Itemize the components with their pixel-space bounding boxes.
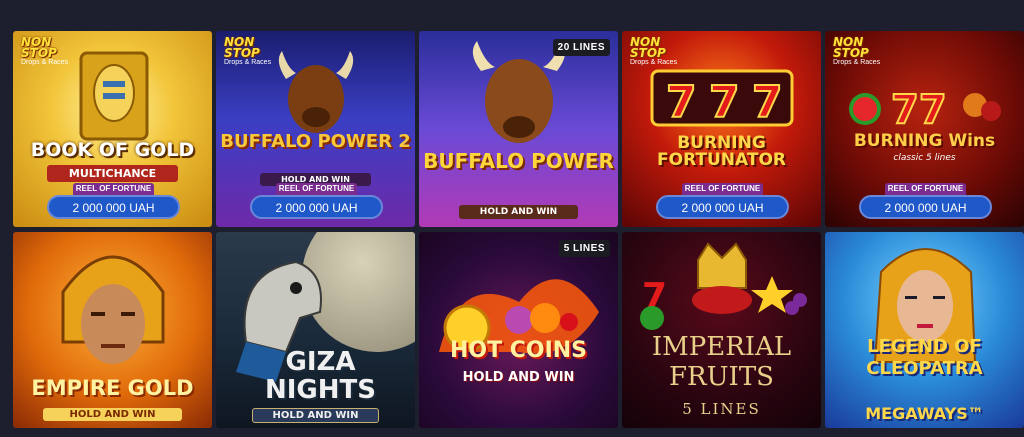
jackpot-label: REEL OF FORTUNE — [682, 183, 763, 195]
games-grid: NON STOP Drops & Races BOOK OF GOLD MULT… — [13, 31, 1024, 428]
cleopatra-icon — [873, 248, 977, 363]
nonstop-sub: Drops & Races — [630, 59, 678, 66]
svg-text:7: 7 — [752, 77, 783, 128]
game-tile-burning-wins[interactable]: 77 NON STOP Drops & Races BURNING Wins c… — [825, 31, 1024, 227]
game-tile-buffalo-power[interactable]: 20 LINES BUFFALO POWER HOLD AND WIN — [419, 31, 618, 227]
game-tile-hot-coins[interactable]: 5 LINES HOT COINS HOLD AND WIN — [419, 232, 618, 428]
nonstop-sub: Drops & Races — [21, 59, 69, 66]
game-subtitle: HOLD AND WIN — [462, 370, 575, 385]
nonstop-badge: NON STOP Drops & Races — [224, 35, 278, 66]
jackpot-panel: REEL OF FORTUNE 2 000 000 UAH — [859, 183, 992, 221]
jackpot-label: REEL OF FORTUNE — [73, 183, 154, 195]
svg-text:77: 77 — [891, 87, 947, 133]
game-title: BUFFALO POWER 2 — [220, 131, 411, 152]
jackpot-label: REEL OF FORTUNE — [885, 183, 966, 195]
game-tile-burning-fortunator[interactable]: 7 7 7 NON STOP Drops & Races BURNING FOR… — [622, 31, 821, 227]
game-title: BUFFALO POWER — [423, 149, 614, 173]
nonstop-sub: Drops & Races — [224, 59, 272, 66]
nonstop-label: NON STOP — [21, 35, 57, 60]
game-tile-book-of-gold[interactable]: NON STOP Drops & Races BOOK OF GOLD MULT… — [13, 31, 212, 227]
game-tile-legend-of-cleopatra[interactable]: LEGEND OF CLEOPATRA MEGAWAYS™ — [825, 232, 1024, 428]
jackpot-label: REEL OF FORTUNE — [276, 183, 357, 195]
game-subtitle: MEGAWAYS™ — [865, 404, 984, 423]
nonstop-label: NON STOP — [224, 35, 260, 60]
game-title: BURNING Wins — [853, 131, 996, 151]
game-tile-giza-nights[interactable]: GIZA NIGHTS HOLD AND WIN — [216, 232, 415, 428]
game-title: BURNING FORTUNATOR — [657, 133, 786, 170]
game-subtitle: HOLD AND WIN — [252, 408, 379, 423]
nonstop-label: NON STOP — [833, 35, 869, 60]
game-subtitle: classic 5 lines — [893, 153, 956, 163]
crown-fruits-icon: 7 — [640, 242, 807, 330]
jackpot-amount: 2 000 000 UAH — [656, 195, 789, 219]
game-subtitle: HOLD AND WIN — [43, 408, 182, 421]
game-subtitle: MULTICHANCE — [47, 165, 178, 182]
nonstop-sub: Drops & Races — [833, 59, 881, 66]
jackpot-panel: REEL OF FORTUNE 2 000 000 UAH — [656, 183, 789, 221]
nonstop-badge: NON STOP Drops & Races — [630, 35, 684, 66]
game-title: BOOK OF GOLD — [30, 139, 195, 161]
game-subtitle: 5 LINES — [682, 400, 761, 418]
nonstop-label: NON STOP — [630, 35, 666, 60]
game-tile-buffalo-power-2[interactable]: NON STOP Drops & Races BUFFALO POWER 2 H… — [216, 31, 415, 227]
game-subtitle: HOLD AND WIN — [459, 205, 578, 219]
fire-coin-icon — [439, 279, 599, 354]
jackpot-amount: 2 000 000 UAH — [859, 195, 992, 219]
game-title: IMPERIAL FRUITS — [651, 332, 792, 392]
game-title: GIZA NIGHTS — [265, 347, 376, 405]
lines-badge: 5 LINES — [558, 240, 610, 257]
nonstop-badge: NON STOP Drops & Races — [21, 35, 75, 66]
game-title: HOT COINS — [449, 338, 588, 363]
lines-badge: 20 LINES — [552, 39, 610, 56]
jackpot-panel: REEL OF FORTUNE 2 000 000 UAH — [250, 183, 383, 221]
jackpot-amount: 2 000 000 UAH — [250, 195, 383, 219]
nonstop-badge: NON STOP Drops & Races — [833, 35, 887, 66]
buffalo-icon — [472, 41, 566, 143]
jackpot-amount: 2 000 000 UAH — [47, 195, 180, 219]
jackpot-panel: REEL OF FORTUNE 2 000 000 UAH — [47, 183, 180, 221]
game-title: EMPIRE GOLD — [31, 376, 194, 400]
svg-text:7: 7 — [666, 77, 697, 128]
game-tile-imperial-fruits[interactable]: 7 IMPERIAL FRUITS 5 LINES — [622, 232, 821, 428]
svg-text:7: 7 — [709, 77, 740, 128]
game-tile-empire-gold[interactable]: EMPIRE GOLD HOLD AND WIN — [13, 232, 212, 428]
game-title: LEGEND OF CLEOPATRA — [866, 336, 983, 379]
